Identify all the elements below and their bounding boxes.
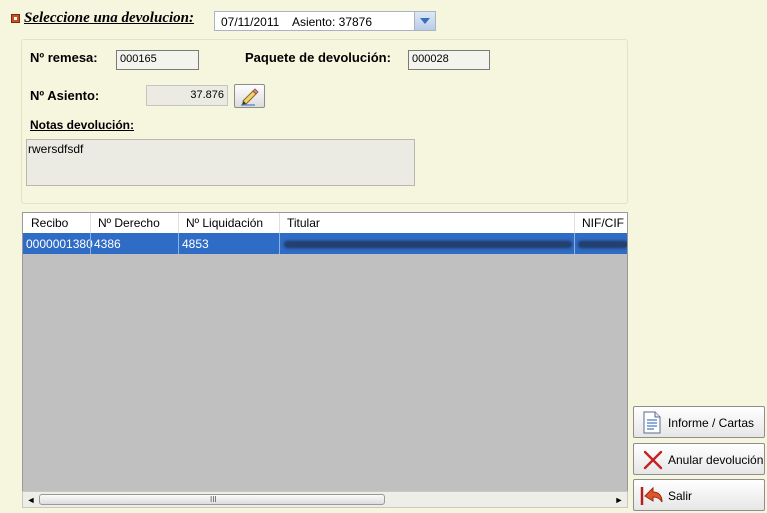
chevron-down-icon[interactable] — [414, 12, 435, 30]
devolucion-select[interactable]: 07/11/2011 Asiento: 37876 — [214, 11, 436, 31]
anular-devolucion-button[interactable]: Anular devolución — [633, 443, 765, 475]
col-titular[interactable]: Titular — [287, 216, 320, 230]
redacted-nif — [579, 242, 627, 247]
asiento-label: Nº Asiento: — [30, 88, 100, 103]
column-divider — [279, 213, 280, 233]
column-divider — [90, 213, 91, 233]
recibos-grid: Recibo Nº Derecho Nº Liquidación Titular… — [22, 212, 628, 492]
col-recibo[interactable]: Recibo — [31, 216, 68, 230]
delete-x-icon — [643, 450, 663, 470]
devolucion-selector-label: Seleccione una devolucion: — [24, 10, 194, 26]
grid-header: Recibo Nº Derecho Nº Liquidación Titular… — [23, 213, 627, 234]
pencil-icon — [241, 88, 259, 106]
redacted-titular — [285, 242, 571, 247]
informe-cartas-label: Informe / Cartas — [668, 416, 755, 430]
cell-derecho: 4386 — [94, 237, 121, 251]
column-divider — [178, 213, 179, 233]
col-derecho[interactable]: Nº Derecho — [98, 216, 160, 230]
table-row[interactable]: 0000001380 4386 4853 — [23, 233, 627, 254]
column-divider — [574, 233, 575, 254]
document-icon — [643, 411, 661, 434]
horizontal-scrollbar[interactable]: ◄ III ► — [22, 491, 628, 508]
edit-asiento-button[interactable] — [234, 84, 265, 108]
salir-label: Salir — [668, 489, 693, 503]
col-nif[interactable]: NIF/CIF — [582, 216, 624, 230]
column-divider — [574, 213, 575, 233]
bullet-icon — [11, 14, 20, 23]
notas-textarea[interactable]: rwersdfsdf — [26, 139, 415, 186]
paquete-label: Paquete de devolución: — [245, 50, 391, 65]
notas-label: Notas devolución: — [30, 118, 135, 132]
column-divider — [279, 233, 280, 254]
scroll-right-icon[interactable]: ► — [614, 495, 624, 505]
devolucion-select-value: 07/11/2011 Asiento: 37876 — [221, 15, 373, 29]
scroll-left-icon[interactable]: ◄ — [26, 495, 36, 505]
cell-recibo: 0000001380 — [26, 237, 93, 251]
asiento-field: 37.876 — [146, 85, 228, 106]
column-divider — [178, 233, 179, 254]
scroll-grip: III — [210, 495, 217, 504]
remesa-field: 000165 — [116, 50, 199, 70]
cell-liquidacion: 4853 — [182, 237, 209, 251]
remesa-label: Nº remesa: — [30, 50, 98, 65]
exit-arrow-icon — [640, 486, 663, 505]
informe-cartas-button[interactable]: Informe / Cartas — [633, 406, 765, 438]
paquete-field: 000028 — [408, 50, 490, 70]
scroll-thumb[interactable]: III — [39, 494, 385, 505]
anular-devolucion-label: Anular devolución — [668, 453, 764, 467]
col-liquidacion[interactable]: Nº Liquidación — [186, 216, 263, 230]
salir-button[interactable]: Salir — [633, 479, 765, 511]
column-divider — [90, 233, 91, 254]
